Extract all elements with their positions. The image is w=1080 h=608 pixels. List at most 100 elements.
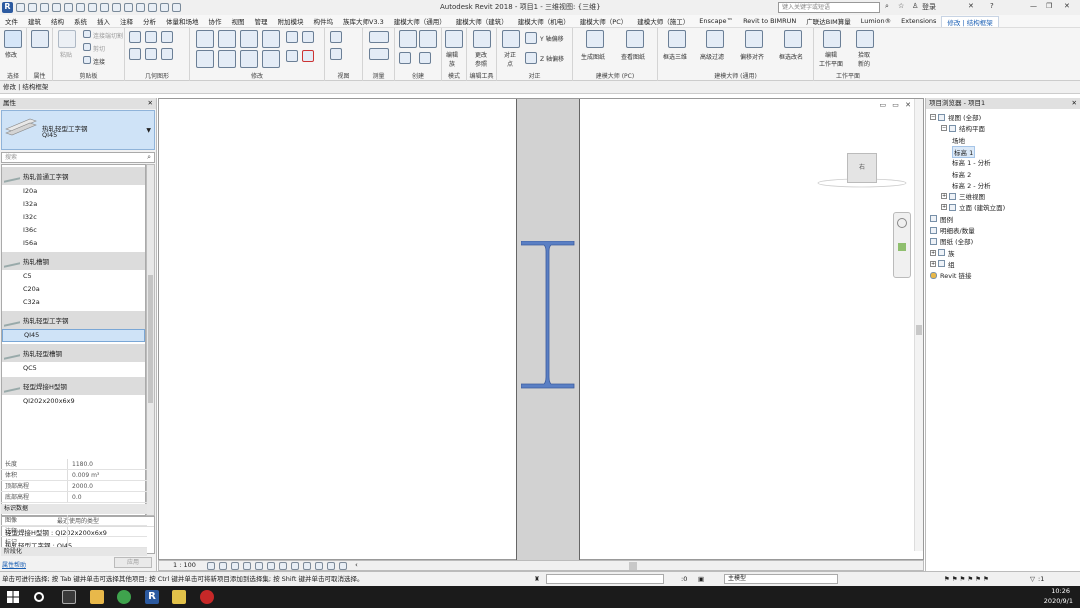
scale-icon[interactable] [302, 31, 314, 43]
copy-icon[interactable] [83, 43, 91, 51]
param-row[interactable]: 长度 1180.0 [1, 459, 147, 470]
restore-icon[interactable]: ❐ [1046, 2, 1052, 10]
join-geometry-icon[interactable] [161, 31, 173, 43]
view-drawing-label[interactable]: 查看图纸 [621, 52, 645, 61]
collapse-icon[interactable]: − [941, 125, 947, 132]
change-reference-icon[interactable] [473, 30, 491, 48]
close-icon[interactable]: ✕ [148, 98, 153, 109]
expand-icon[interactable]: + [930, 260, 936, 267]
create-group-icon[interactable] [399, 52, 411, 64]
user-icon[interactable]: ♙ [912, 2, 918, 10]
clipboard-item[interactable]: 连接端切割 [93, 31, 123, 40]
reveal-hidden-icon[interactable] [315, 562, 323, 570]
param-row[interactable]: 图像 [1, 515, 147, 526]
text-icon[interactable] [112, 3, 121, 12]
ribbon-tab[interactable]: 协作 [204, 16, 227, 26]
undo-icon[interactable] [52, 3, 61, 12]
type-item[interactable]: I32a [2, 198, 145, 211]
pc-item[interactable]: 框选三维 [663, 52, 687, 61]
chevron-left-icon[interactable]: ‹ [355, 561, 358, 570]
join-icon[interactable] [83, 56, 91, 64]
dimension-tool-icon[interactable] [369, 48, 389, 60]
ribbon-tab[interactable]: Extensions [896, 17, 941, 25]
browser-tree-item[interactable]: − 视图 (全部) [930, 112, 981, 122]
app-red-icon[interactable] [200, 590, 214, 604]
ribbon-tab[interactable]: 建模大师（机电） [513, 16, 575, 26]
close-icon[interactable]: ✕ [1072, 98, 1077, 109]
selection-settings-icons[interactable]: ⚑⚑⚑⚑⚑⚑ [944, 572, 991, 586]
view-window-controls[interactable]: ▭ ▭ ✕ [879, 101, 913, 109]
ribbon-tab[interactable]: 插入 [92, 16, 115, 26]
type-item[interactable]: C20a [2, 283, 145, 296]
expand-icon[interactable]: + [941, 193, 947, 200]
copy-element-icon[interactable] [218, 50, 236, 68]
ribbon-tab[interactable]: 管理 [250, 16, 273, 26]
box-3d-icon[interactable] [668, 30, 686, 48]
measure-tool-icon[interactable] [369, 31, 389, 43]
offset-align-icon[interactable] [745, 30, 763, 48]
workset-dropdown[interactable] [546, 574, 664, 584]
measure-icon[interactable] [88, 3, 97, 12]
ribbon-tab[interactable]: 建筑 [23, 16, 46, 26]
design-option-dropdown[interactable]: 主模型 [724, 574, 838, 584]
mirror-axis-icon[interactable] [240, 30, 258, 48]
ribbon-tab[interactable]: Enscape™ [694, 17, 738, 25]
type-item[interactable]: QI45 [2, 329, 145, 342]
array-icon[interactable] [286, 31, 298, 43]
offset-icon[interactable] [218, 30, 236, 48]
align-icon[interactable] [196, 30, 214, 48]
expand-icon[interactable]: + [930, 249, 936, 256]
param-row[interactable]: 注释 [1, 526, 147, 537]
canvas-scrollbar[interactable] [914, 99, 923, 551]
browser-tree-item[interactable]: + 立面 (建筑立面) [941, 202, 1005, 212]
filter-icon[interactable]: ▽ [1030, 572, 1035, 586]
revit-logo-icon[interactable]: R [2, 2, 13, 13]
type-item[interactable]: C32a [2, 296, 145, 309]
exchange-icon[interactable]: ✕ [968, 2, 974, 10]
highlight-icon[interactable] [339, 562, 347, 570]
browser-tree-item[interactable]: + 族 [930, 248, 955, 258]
show-crop-icon[interactable] [279, 562, 287, 570]
file-explorer-icon[interactable] [90, 590, 104, 604]
temp-hide-icon[interactable] [303, 562, 311, 570]
drawing-canvas[interactable]: ▭ ▭ ✕ 右 [158, 98, 924, 561]
browser-tree-item[interactable]: 明细表/数量 [930, 225, 975, 235]
apply-button[interactable]: 应用 [114, 557, 152, 568]
save-icon[interactable] [28, 3, 37, 12]
browser-tree-item[interactable]: 场地 [952, 135, 965, 145]
demolish-icon[interactable] [161, 48, 173, 60]
trim-icon[interactable] [262, 50, 280, 68]
paint-icon[interactable] [145, 48, 157, 60]
switch-windows-icon[interactable] [172, 3, 181, 12]
ribbon-tab[interactable]: 视图 [227, 16, 250, 26]
pick-new-icon[interactable] [856, 30, 874, 48]
justification-points-icon[interactable] [502, 30, 520, 48]
dropdown-scrollbar[interactable] [146, 164, 155, 516]
type-item[interactable]: I36c [2, 224, 145, 237]
z-offset-label[interactable]: Z 轴偏移 [540, 54, 564, 63]
i-beam-section[interactable] [521, 241, 576, 389]
clipboard-item[interactable]: 剪切 [93, 44, 105, 53]
ribbon-tab[interactable]: 建模大师（通用） [389, 16, 451, 26]
browser-tree-item[interactable]: 标高 2 - 分析 [952, 180, 991, 190]
modify-tool-icon[interactable] [4, 30, 22, 48]
analytical-icon[interactable] [327, 562, 335, 570]
sun-path-icon[interactable] [231, 562, 239, 570]
type-item[interactable]: C5 [2, 270, 145, 283]
crop-icon[interactable] [267, 562, 275, 570]
type-item[interactable]: QC5 [2, 362, 145, 375]
properties-help-link[interactable]: 属性帮助 [2, 560, 26, 569]
pin-icon[interactable] [286, 50, 298, 62]
param-row[interactable]: 体积 0.009 m³ [1, 470, 147, 481]
ribbon-tab[interactable]: 建模大师（PC） [575, 16, 632, 26]
ribbon-tab[interactable]: Lumion® [856, 17, 896, 25]
windows-start-icon[interactable] [6, 590, 20, 604]
param-row[interactable]: 标记 [1, 537, 147, 548]
z-offset-icon[interactable] [525, 52, 537, 64]
dimension-icon[interactable] [100, 3, 109, 12]
section-phasing[interactable]: 阶段化 [1, 548, 147, 556]
edit-work-plane-icon[interactable] [823, 30, 841, 48]
collapse-icon[interactable]: − [930, 114, 936, 120]
create-parts-icon[interactable] [419, 30, 437, 48]
browser-tree-item[interactable]: 图例 [930, 214, 953, 224]
